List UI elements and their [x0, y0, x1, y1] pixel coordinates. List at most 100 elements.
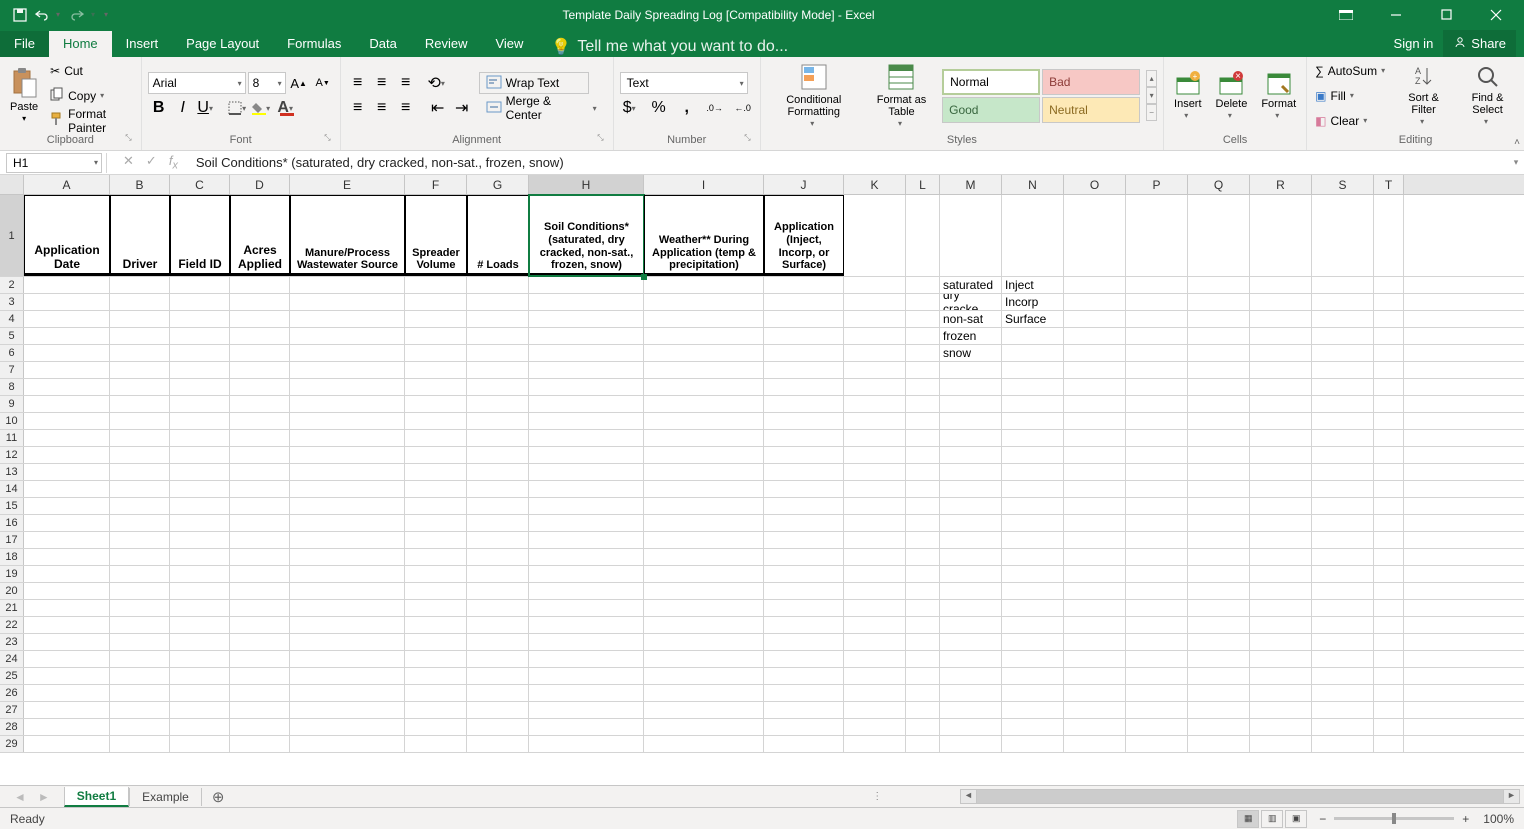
cell[interactable]	[1126, 294, 1188, 310]
cell[interactable]	[24, 328, 110, 344]
column-header[interactable]: H	[529, 175, 644, 194]
format-as-table-button[interactable]: Format as Table▾	[867, 60, 936, 132]
cell[interactable]	[467, 345, 529, 361]
cell[interactable]	[906, 430, 940, 446]
row-header[interactable]: 10	[0, 413, 24, 429]
cell[interactable]	[529, 362, 644, 378]
cell[interactable]	[529, 736, 644, 752]
cell[interactable]	[1250, 481, 1312, 497]
cell[interactable]	[1002, 668, 1064, 684]
cell[interactable]	[110, 532, 170, 548]
cell[interactable]	[170, 396, 230, 412]
cell[interactable]	[110, 617, 170, 633]
cell[interactable]	[1374, 345, 1404, 361]
cell[interactable]	[1312, 195, 1374, 276]
cell[interactable]	[906, 600, 940, 616]
delete-cells-button[interactable]: ×Delete▾	[1212, 68, 1252, 124]
cell[interactable]	[110, 515, 170, 531]
cell[interactable]	[529, 617, 644, 633]
align-top-icon[interactable]: ≡	[347, 72, 369, 94]
cell[interactable]	[644, 362, 764, 378]
cell[interactable]	[110, 668, 170, 684]
cell[interactable]	[1126, 583, 1188, 599]
cell[interactable]	[644, 379, 764, 395]
cell[interactable]	[24, 311, 110, 327]
cell[interactable]	[844, 651, 906, 667]
cell[interactable]	[405, 651, 467, 667]
cell[interactable]	[529, 719, 644, 735]
cell[interactable]	[1250, 277, 1312, 293]
cell[interactable]	[1312, 719, 1374, 735]
cell[interactable]	[1374, 549, 1404, 565]
cell[interactable]	[405, 532, 467, 548]
row-header[interactable]: 14	[0, 481, 24, 497]
zoom-slider[interactable]	[1334, 817, 1454, 820]
cell[interactable]	[644, 532, 764, 548]
cell[interactable]	[1188, 685, 1250, 701]
row-header[interactable]: 29	[0, 736, 24, 752]
cell[interactable]	[906, 532, 940, 548]
cell[interactable]	[110, 328, 170, 344]
cell[interactable]	[467, 430, 529, 446]
cell[interactable]	[906, 498, 940, 514]
orientation-icon[interactable]: ⟲▾	[427, 72, 449, 94]
cell[interactable]	[1064, 702, 1126, 718]
cell[interactable]	[230, 413, 290, 429]
row-header[interactable]: 7	[0, 362, 24, 378]
cell-styles-gallery[interactable]: Normal Bad Good Neutral	[942, 69, 1140, 123]
zoom-level[interactable]: 100%	[1483, 812, 1514, 826]
row-header[interactable]: 23	[0, 634, 24, 650]
cell[interactable]: Surface	[1002, 311, 1064, 327]
cell[interactable]	[844, 195, 906, 276]
column-header[interactable]: F	[405, 175, 467, 194]
share-button[interactable]: Share	[1443, 30, 1516, 57]
cell[interactable]	[1250, 328, 1312, 344]
fill-handle[interactable]	[641, 274, 647, 280]
cell[interactable]	[170, 566, 230, 582]
cell[interactable]	[467, 311, 529, 327]
cell[interactable]	[644, 447, 764, 463]
cell[interactable]	[529, 668, 644, 684]
cell[interactable]: Manure/Process Wastewater Source	[290, 195, 405, 276]
cell[interactable]	[644, 634, 764, 650]
cell[interactable]	[230, 515, 290, 531]
cell[interactable]	[1374, 311, 1404, 327]
cell[interactable]	[467, 600, 529, 616]
cell[interactable]	[1002, 362, 1064, 378]
increase-indent-icon[interactable]: ⇥	[451, 97, 473, 119]
row-header[interactable]: 6	[0, 345, 24, 361]
row-header[interactable]: 22	[0, 617, 24, 633]
align-middle-icon[interactable]: ≡	[371, 72, 393, 94]
cell[interactable]	[1126, 362, 1188, 378]
cell[interactable]	[1126, 311, 1188, 327]
cell[interactable]	[906, 515, 940, 531]
cell[interactable]	[1126, 600, 1188, 616]
cell[interactable]	[1126, 566, 1188, 582]
cell[interactable]	[1188, 736, 1250, 752]
cell[interactable]	[764, 430, 844, 446]
cell[interactable]	[1374, 498, 1404, 514]
copy-button[interactable]: Copy▾	[48, 85, 135, 107]
cell[interactable]	[230, 719, 290, 735]
cell[interactable]	[764, 328, 844, 344]
tell-me-input[interactable]: 💡 Tell me what you want to do...	[537, 37, 788, 57]
cell[interactable]	[906, 651, 940, 667]
cell[interactable]	[1250, 651, 1312, 667]
cell[interactable]	[644, 668, 764, 684]
cell[interactable]	[170, 583, 230, 599]
cell[interactable]	[1250, 498, 1312, 514]
cell[interactable]	[1002, 447, 1064, 463]
zoom-in-icon[interactable]: +	[1462, 812, 1469, 826]
cell[interactable]	[290, 277, 405, 293]
cell[interactable]	[1064, 515, 1126, 531]
cell[interactable]	[1064, 583, 1126, 599]
cell[interactable]	[110, 294, 170, 310]
column-header[interactable]: I	[644, 175, 764, 194]
cell[interactable]	[1188, 634, 1250, 650]
cell[interactable]: Driver	[110, 195, 170, 276]
cell[interactable]	[110, 277, 170, 293]
cell[interactable]	[1250, 294, 1312, 310]
cell[interactable]	[467, 566, 529, 582]
redo-dropdown-icon[interactable]: ▾	[91, 10, 98, 19]
cell[interactable]	[230, 311, 290, 327]
